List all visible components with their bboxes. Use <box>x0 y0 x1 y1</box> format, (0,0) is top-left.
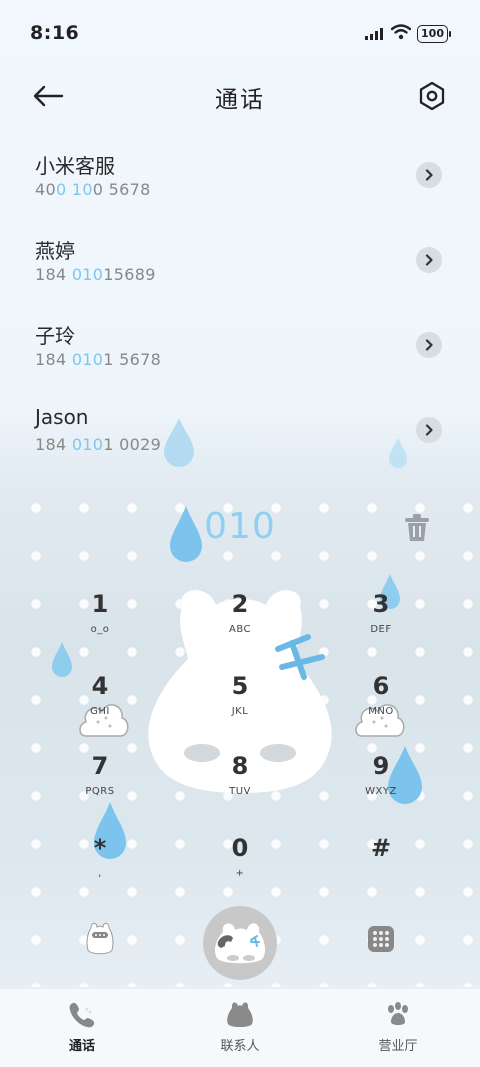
raindrop-icon <box>389 438 407 468</box>
bunny-call-icon <box>215 923 266 964</box>
header: 通话 <box>0 66 480 126</box>
screen: 8:16 100 通话 小米客服 400 100 5678 燕婷 184 010… <box>0 0 480 1067</box>
contact-number: 400 100 5678 <box>35 180 151 199</box>
trash-icon <box>405 514 429 541</box>
key-letters: , <box>98 868 102 879</box>
number-match: 010 <box>71 265 104 284</box>
contact-number: 184 01015689 <box>35 265 156 284</box>
contact-name: 子玲 <box>35 324 75 348</box>
number-match: 010 <box>71 435 104 454</box>
contact-name: 小米客服 <box>35 154 115 178</box>
number-part: 0 5678 <box>92 180 151 199</box>
number-part: 184 <box>35 350 72 369</box>
key-star[interactable]: *, <box>40 834 160 904</box>
key-digit: 7 <box>91 752 109 780</box>
status-bar: 8:16 100 <box>0 0 480 66</box>
wifi-icon <box>390 24 412 44</box>
number-part: 184 <box>35 435 72 454</box>
number-part: 184 <box>35 265 72 284</box>
tab-label: 通话 <box>68 1039 95 1054</box>
status-icons: 100 <box>365 24 451 44</box>
tab-label: 营业厅 <box>378 1039 418 1054</box>
key-0[interactable]: 0 + <box>180 834 300 904</box>
contact-item[interactable]: 小米客服 400 100 5678 <box>0 132 480 216</box>
number-match: 010 <box>71 350 104 369</box>
settings-button[interactable] <box>414 76 450 116</box>
contact-detail-button[interactable] <box>416 247 442 273</box>
contact-item[interactable]: 子玲 184 0101 5678 <box>0 302 480 386</box>
settings-hexagon-icon <box>419 81 445 111</box>
bottom-nav: 通话 联系人 营业厅 <box>0 989 480 1067</box>
key-6[interactable]: 6 MNO <box>321 672 441 742</box>
signal-icon <box>365 25 385 44</box>
key-9[interactable]: 9 WXYZ <box>321 752 441 822</box>
key-3[interactable]: 3 DEF <box>321 590 441 660</box>
contact-item[interactable]: 燕婷 184 01015689 <box>0 217 480 301</box>
tab-calls[interactable]: 通话 <box>22 999 142 1054</box>
bunny-contacts-icon <box>227 1002 253 1027</box>
chevron-right-icon <box>425 254 433 266</box>
tab-label: 联系人 <box>220 1039 260 1054</box>
chevron-right-icon <box>425 169 433 181</box>
key-1[interactable]: 1 o_o <box>40 590 160 660</box>
battery-icon: 100 <box>417 25 451 43</box>
key-digit: # <box>370 834 392 862</box>
number-part: 40 <box>35 180 56 199</box>
call-button[interactable] <box>203 906 277 980</box>
key-letters: ABC <box>228 624 251 635</box>
delete-button[interactable] <box>402 512 432 544</box>
key-letters: DEF <box>370 624 392 635</box>
phone-icon <box>69 1002 95 1028</box>
keypad-toggle-button[interactable] <box>368 926 394 952</box>
key-letters: GHI <box>90 706 110 717</box>
contact-detail-button[interactable] <box>416 332 442 358</box>
key-digit: 0 <box>231 834 249 862</box>
key-letters: WXYZ <box>365 786 397 797</box>
paw-icon <box>388 1002 408 1025</box>
sim-switch-bunny-icon[interactable] <box>86 920 114 956</box>
number-part: 1 5678 <box>103 350 162 369</box>
contact-number: 184 0101 5678 <box>35 350 161 369</box>
key-5[interactable]: 5 JKL <box>180 672 300 742</box>
key-letters: TUV <box>229 786 251 797</box>
contact-detail-button[interactable] <box>416 417 442 443</box>
contact-name: Jason <box>35 405 89 429</box>
status-time: 8:16 <box>30 22 80 44</box>
key-hash[interactable]: # <box>321 834 441 904</box>
key-7[interactable]: 7 PQRS <box>40 752 160 822</box>
number-part: 1 0029 <box>103 435 162 454</box>
tab-contacts[interactable]: 联系人 <box>180 999 300 1054</box>
key-2[interactable]: 2 ABC <box>180 590 300 660</box>
chevron-right-icon <box>425 339 433 351</box>
key-8[interactable]: 8 TUV <box>180 752 300 822</box>
key-digit: 5 <box>231 672 249 700</box>
contact-detail-button[interactable] <box>416 162 442 188</box>
key-4[interactable]: 4 GHI <box>40 672 160 742</box>
number-part: 15689 <box>103 265 156 284</box>
dialer: 010 1 o_o 2 ABC 3 DEF 4 GHI 5 JKL 6 MNO 7 PQRS … <box>0 472 480 987</box>
number-match: 0 10 <box>55 180 93 199</box>
raindrop-icon <box>164 418 194 467</box>
key-digit: 6 <box>372 672 390 700</box>
contact-name: 燕婷 <box>35 239 75 263</box>
key-letters: + <box>235 868 245 879</box>
contact-number: 184 0101 0029 <box>35 435 161 454</box>
chevron-right-icon <box>425 424 433 436</box>
page-title: 通话 <box>215 87 265 113</box>
key-digit: * <box>93 834 107 862</box>
key-letters: JKL <box>231 706 249 717</box>
key-digit: 2 <box>231 590 249 618</box>
dial-actions <box>0 902 480 982</box>
key-letters: PQRS <box>85 786 115 797</box>
key-letters: o_o <box>90 624 110 635</box>
key-digit: 1 <box>91 590 109 618</box>
key-digit: 4 <box>91 672 109 700</box>
keypad-grid-icon <box>373 931 389 947</box>
key-digit: 8 <box>231 752 249 780</box>
key-digit: 3 <box>372 590 390 618</box>
key-letters: MNO <box>368 706 394 717</box>
tab-service-hall[interactable]: 营业厅 <box>338 999 458 1054</box>
key-digit: 9 <box>372 752 390 780</box>
